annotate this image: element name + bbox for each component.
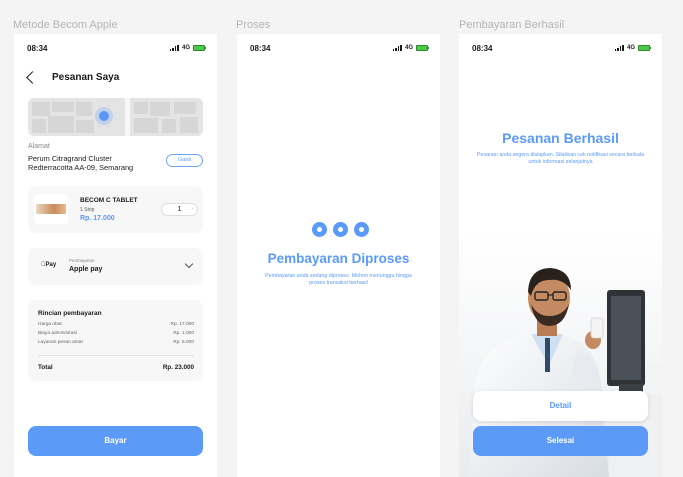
signal-icon [392,45,402,51]
loading-dots-icon [312,222,369,237]
location-pin-icon [99,111,109,121]
quantity-stepper[interactable]: 1 › [161,203,198,216]
breakdown-row: Harga obat Rp. 17.000 [38,322,194,327]
apple-pay-logo: Pay [41,262,56,268]
payment-breakdown: Rincian pembayaran Harga obat Rp. 17.000 … [28,300,203,381]
done-button[interactable]: Selesai [473,426,648,456]
page-title: Pesanan Saya [52,72,120,83]
back-arrow-icon[interactable] [26,71,39,84]
chevron-right-icon: › [191,206,193,212]
network-label: 4G [181,45,190,51]
payment-method-selector[interactable]: Pay Pembayaran Apple pay [28,248,203,285]
processing-subtitle: Pembayaran anda sedang diproses. Mohon m… [265,273,412,286]
signal-icon [169,45,179,51]
status-time: 08:34 [27,44,48,53]
battery-icon [416,45,429,51]
address-label: Alamat [28,143,50,150]
signal-icon [614,45,624,51]
processing-title: Pembayaran Diproses [267,251,410,266]
product-price: Rp. 17.000 [80,215,115,222]
frame-label-success: Pembayaran Berhasil [459,19,565,31]
pay-button[interactable]: Bayar [28,426,203,456]
frame-label-process: Proses [236,19,271,31]
breakdown-total: Total Rp. 23.000 [38,364,194,371]
divider [38,355,194,356]
success-title: Pesanan Berhasil [502,130,619,146]
status-bar: 08:34 4G [250,44,429,54]
detail-button[interactable]: Detail [473,391,648,421]
status-bar: 08:34 4G [27,44,206,54]
breakdown-row: Biaya administrasi Rp. 1.000 [38,331,194,336]
success-subtitle: Pesanan anda segera disiapkan. Silahkan … [477,152,644,165]
breakdown-row: Layanan pesan antar Rp. 5.000 [38,340,194,345]
payment-method: Apple pay [69,266,103,273]
status-time: 08:34 [250,44,271,53]
battery-icon [193,45,206,51]
status-time: 08:34 [472,44,493,53]
network-label: 4G [626,45,635,51]
address-text: Perum Citragrand Cluster Redterracotta A… [28,154,134,172]
map-preview[interactable] [28,98,203,136]
product-card: BECOM C TABLET 1 Strip Rp. 17.000 1 › [28,186,203,233]
quantity-value: 1 [177,206,182,213]
breakdown-title: Rincian pembayaran [38,310,102,317]
change-address-button[interactable]: Ganti [166,154,203,167]
product-image [34,194,68,224]
chevron-down-icon[interactable] [184,259,194,269]
network-label: 4G [404,45,413,51]
success-screen: 08:34 4G Pesanan Berhasil Pesanan anda s… [459,34,662,477]
product-name: BECOM C TABLET [80,197,138,204]
order-screen: 08:34 4G Pesanan Saya Alamat Perum Citra… [14,34,217,477]
battery-icon [638,45,651,51]
status-bar: 08:34 4G [472,44,651,54]
payment-label: Pembayaran [69,258,95,263]
processing-screen: 08:34 4G Pembayaran Diproses Pembayaran … [237,34,440,477]
product-unit: 1 Strip [80,207,95,213]
frame-label-apple-pay: Metode Becom Apple [13,19,118,31]
